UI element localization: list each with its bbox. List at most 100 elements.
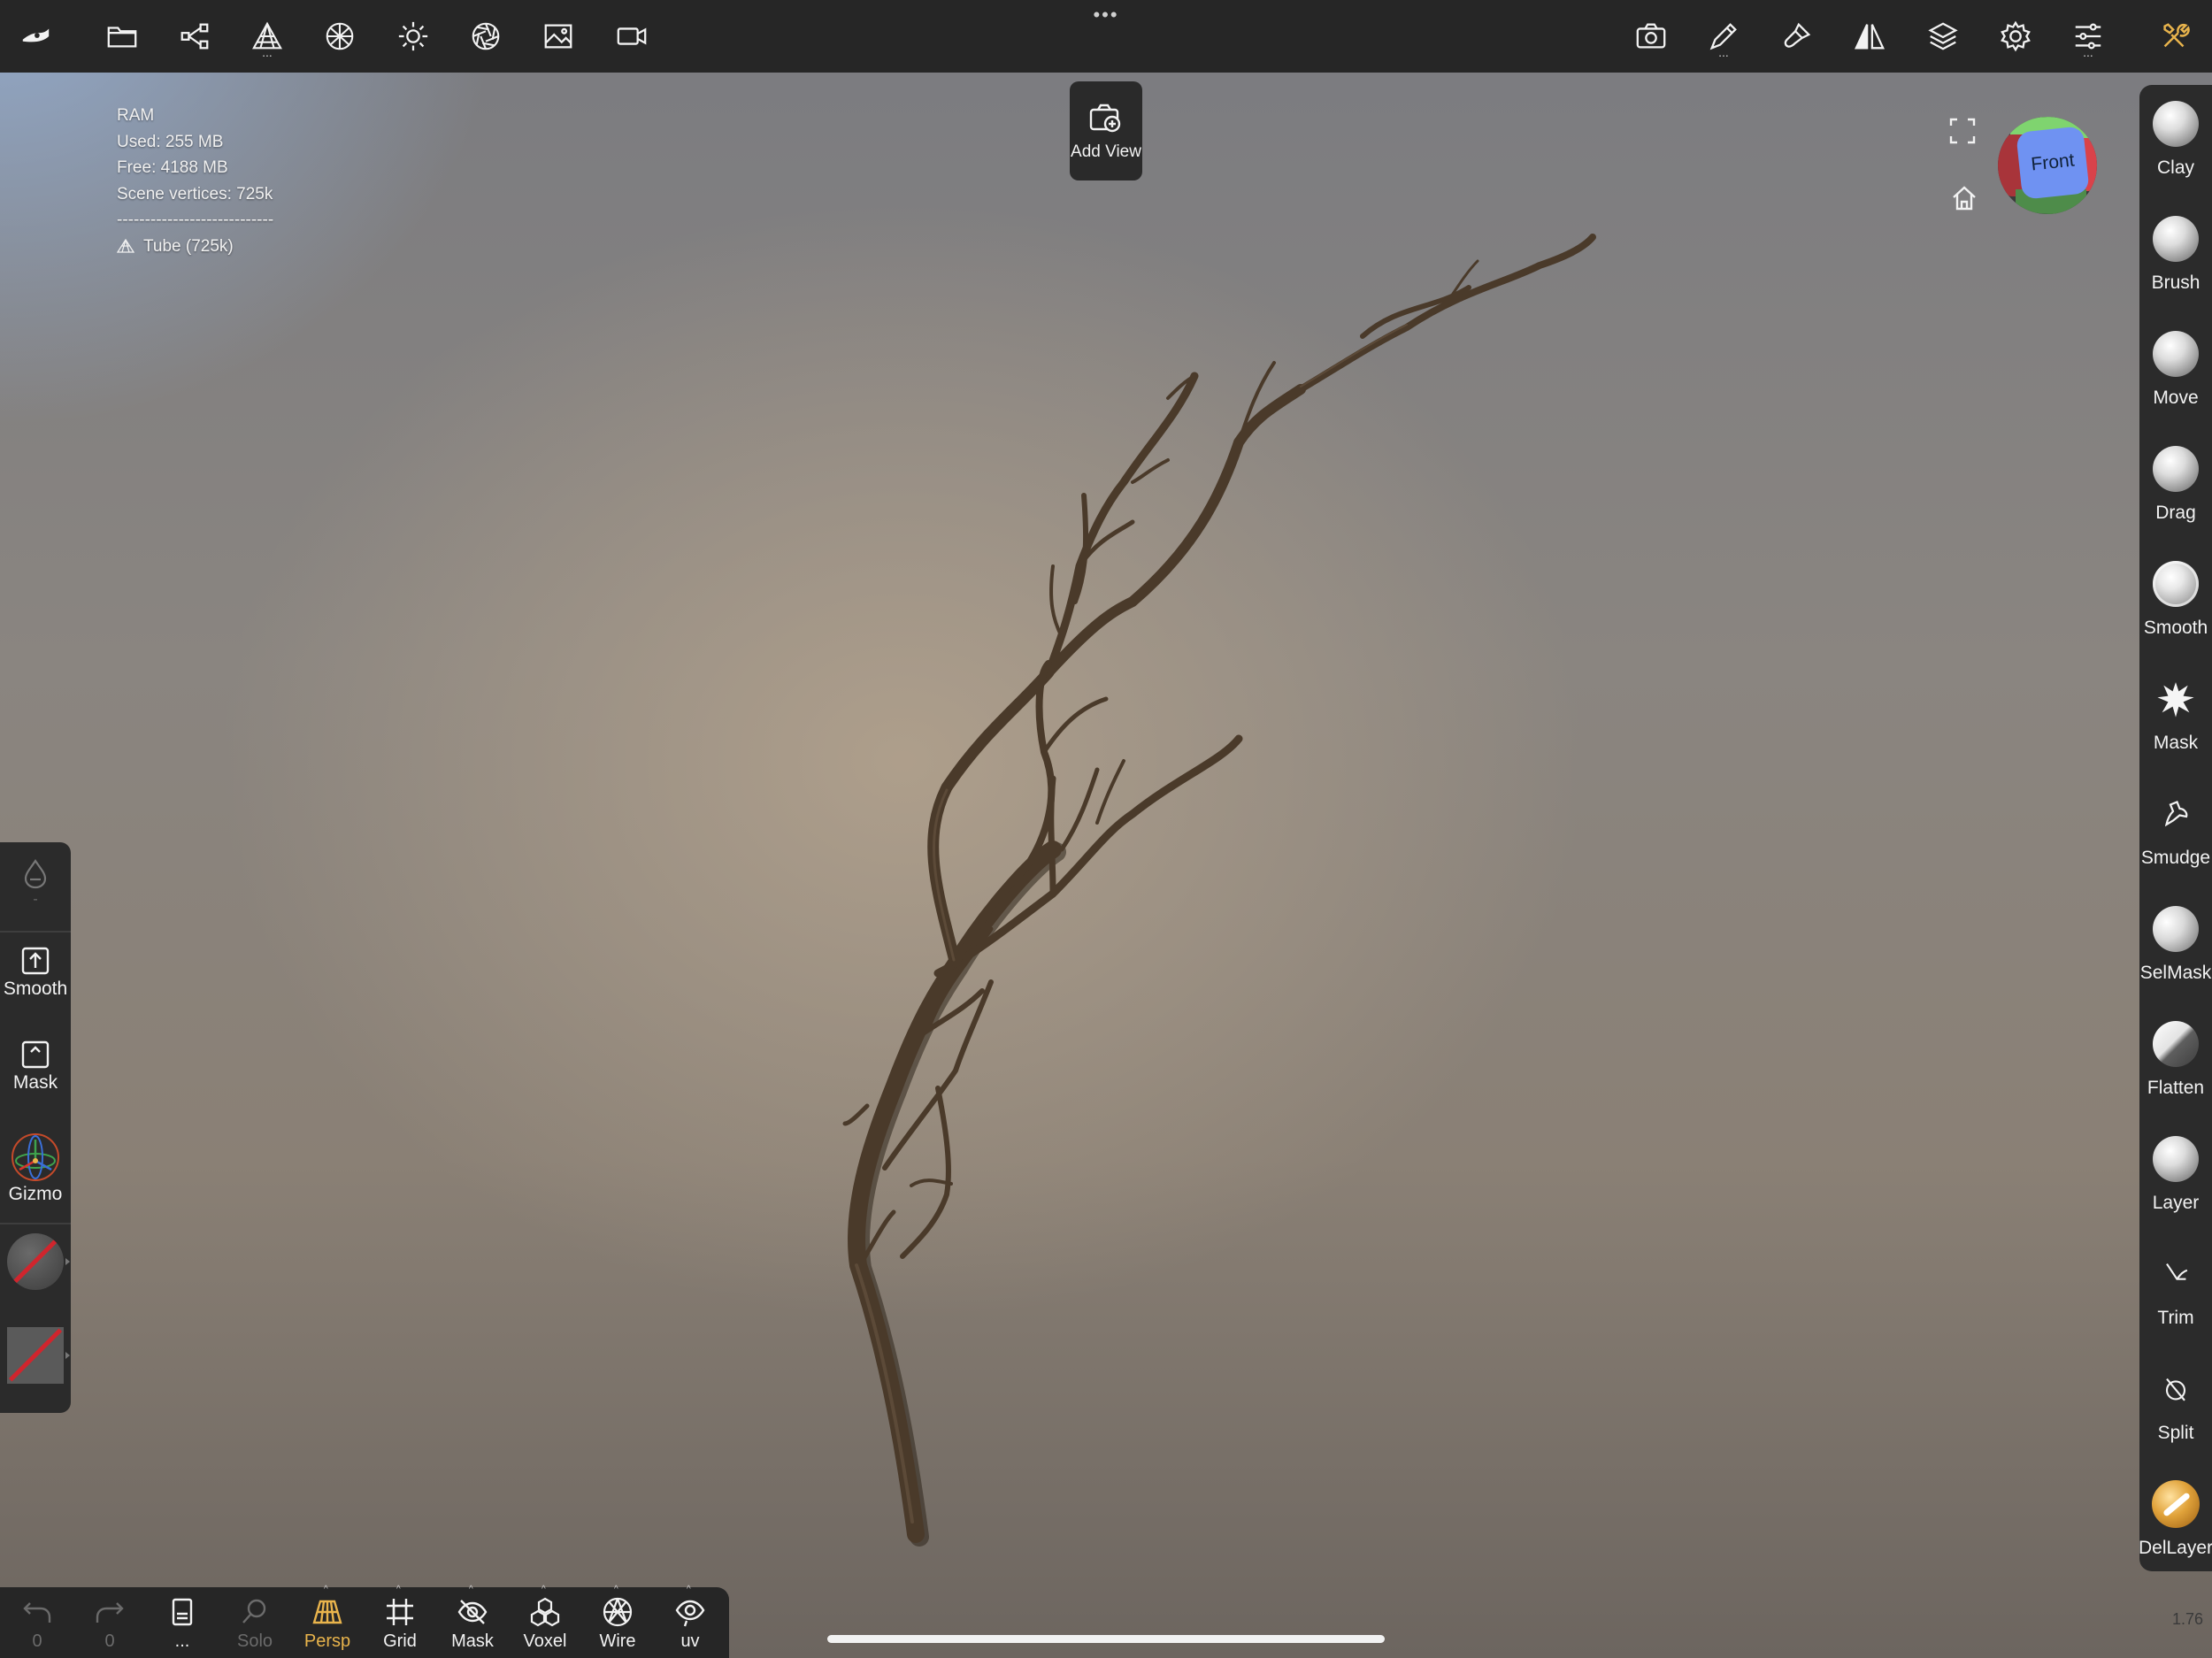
- tool-label: Move: [2153, 388, 2199, 408]
- clay-icon: [2151, 99, 2200, 149]
- home-indicator[interactable]: [827, 1635, 1385, 1643]
- tool-label: Smooth: [2143, 618, 2208, 638]
- tool-move[interactable]: Move: [2139, 315, 2212, 430]
- mask-label: Mask: [12, 1072, 58, 1093]
- uv-eye-icon: [675, 1600, 705, 1627]
- uv-button[interactable]: ^ uv: [657, 1585, 724, 1658]
- tool-smudge[interactable]: Smudge: [2139, 775, 2212, 890]
- color-swatch[interactable]: [7, 1327, 64, 1384]
- viewport-canvas[interactable]: [0, 0, 2212, 1658]
- tool-dellayer[interactable]: DelLayer: [2139, 1465, 2212, 1580]
- divider: [0, 1223, 71, 1224]
- tool-label: Clay: [2156, 157, 2194, 178]
- zoom-readout: 1.76: [2171, 1610, 2203, 1628]
- scene-graph-icon[interactable]: [168, 11, 221, 62]
- tool-label: Brush: [2151, 272, 2200, 293]
- mesh-name: Tube (725k): [143, 236, 234, 256]
- tool-mask[interactable]: Mask: [2139, 660, 2212, 775]
- tool-split[interactable]: Split: [2139, 1350, 2212, 1465]
- tool-label: Flatten: [2147, 1078, 2205, 1098]
- radius-value: -: [33, 892, 38, 907]
- smooth-shift-icon: [21, 947, 50, 975]
- stroke-icon[interactable]: ...: [1697, 11, 1750, 62]
- add-view-button[interactable]: Add View: [1070, 81, 1142, 180]
- drag-handle[interactable]: •••: [1087, 5, 1125, 25]
- tool-label: Layer: [2152, 1193, 2200, 1213]
- tool-drag[interactable]: Drag: [2139, 430, 2212, 545]
- symmetry-icon[interactable]: [1843, 11, 1896, 62]
- mask-visibility-button[interactable]: ^ Mask: [439, 1585, 506, 1658]
- more-dots: ...: [1718, 45, 1729, 59]
- camera-aperture-icon[interactable]: [459, 11, 512, 62]
- mesh-icon[interactable]: ...: [241, 11, 294, 62]
- smooth-toggle[interactable]: Smooth: [0, 943, 71, 1000]
- mask-ctrl-icon: [21, 1040, 50, 1069]
- expand-arrow-icon[interactable]: [65, 1352, 70, 1359]
- history-more: ...: [174, 1631, 190, 1651]
- tools-icon[interactable]: [2148, 11, 2201, 62]
- sculpt-viewport-app: ... ••• ... ... RAM Used: 255 MB Free: 4…: [0, 0, 2212, 1658]
- tool-label: Split: [2157, 1423, 2194, 1443]
- image-icon[interactable]: [532, 11, 585, 62]
- tool-label: Mask: [2153, 733, 2199, 753]
- caret-icon: ^: [396, 1585, 401, 1594]
- gizmo-toggle[interactable]: Gizmo: [0, 1131, 71, 1205]
- grid-label: Grid: [383, 1631, 417, 1651]
- selmask-icon: [2151, 904, 2200, 954]
- mask-toggle[interactable]: Mask: [0, 1037, 71, 1094]
- material-swatch[interactable]: [7, 1233, 64, 1290]
- trim-icon: [2151, 1249, 2200, 1299]
- history-button[interactable]: ...: [149, 1587, 216, 1658]
- mesh-entry[interactable]: Tube (725k): [117, 234, 273, 260]
- caret-icon: ^: [469, 1585, 473, 1594]
- light-icon[interactable]: [387, 11, 440, 62]
- no-material-slash: [8, 1234, 63, 1288]
- tool-label: Drag: [2155, 503, 2196, 523]
- flatten-icon: [2151, 1019, 2200, 1069]
- smudge-icon: [2151, 789, 2200, 839]
- tool-layer[interactable]: Layer: [2139, 1120, 2212, 1235]
- redo-count: 0: [104, 1631, 115, 1651]
- stroke-radius-control[interactable]: -: [0, 856, 71, 908]
- video-camera-icon[interactable]: [605, 11, 658, 62]
- folder-icon[interactable]: [96, 11, 149, 62]
- view-cube-front-face[interactable]: Front: [2016, 126, 2090, 200]
- tool-label: Smudge: [2140, 848, 2211, 868]
- tool-trim[interactable]: Trim: [2139, 1235, 2212, 1350]
- tool-brush[interactable]: Brush: [2139, 200, 2212, 315]
- tool-selmask[interactable]: SelMask: [2139, 890, 2212, 1005]
- redo-button[interactable]: 0: [76, 1587, 143, 1658]
- ram-free: Free: 4188 MB: [117, 158, 228, 177]
- nomad-logo-icon[interactable]: [9, 11, 62, 62]
- home-icon[interactable]: [1950, 184, 1978, 212]
- persp-button[interactable]: ^ Persp: [294, 1585, 361, 1658]
- fullscreen-icon[interactable]: [1948, 117, 1977, 145]
- undo-button[interactable]: 0: [4, 1587, 71, 1658]
- top-toolbar: ... ••• ... ...: [0, 0, 2212, 73]
- grid-button[interactable]: ^ Grid: [366, 1585, 434, 1658]
- voxel-button[interactable]: ^ Voxel: [511, 1585, 579, 1658]
- solo-button[interactable]: Solo: [221, 1587, 288, 1658]
- dellayer-icon: [2151, 1479, 2200, 1529]
- expand-arrow-icon[interactable]: [65, 1258, 70, 1265]
- settings-icon[interactable]: [1989, 11, 2042, 62]
- sliders-icon[interactable]: ...: [2062, 11, 2115, 62]
- tool-smooth[interactable]: Smooth: [2139, 545, 2212, 660]
- solo-search-icon: [242, 1599, 266, 1623]
- add-view-label: Add View: [1071, 142, 1141, 161]
- layers-icon[interactable]: [1916, 11, 1970, 62]
- paint-icon[interactable]: [1770, 11, 1824, 62]
- wireframe-icon: [603, 1597, 633, 1627]
- camera-icon[interactable]: [1624, 11, 1678, 62]
- smooth-icon: [2151, 559, 2200, 609]
- eye-off-icon: [457, 1600, 488, 1624]
- tool-flatten[interactable]: Flatten: [2139, 1005, 2212, 1120]
- tool-label: SelMask: [2139, 963, 2212, 983]
- wire-button[interactable]: ^ Wire: [584, 1585, 651, 1658]
- wire-label: Wire: [599, 1631, 636, 1651]
- view-cube[interactable]: Front: [1998, 117, 2097, 214]
- branch-model: [842, 234, 1596, 1547]
- material-sphere-icon[interactable]: [313, 11, 366, 62]
- tool-clay[interactable]: Clay: [2139, 85, 2212, 200]
- ram-label: RAM: [117, 106, 155, 125]
